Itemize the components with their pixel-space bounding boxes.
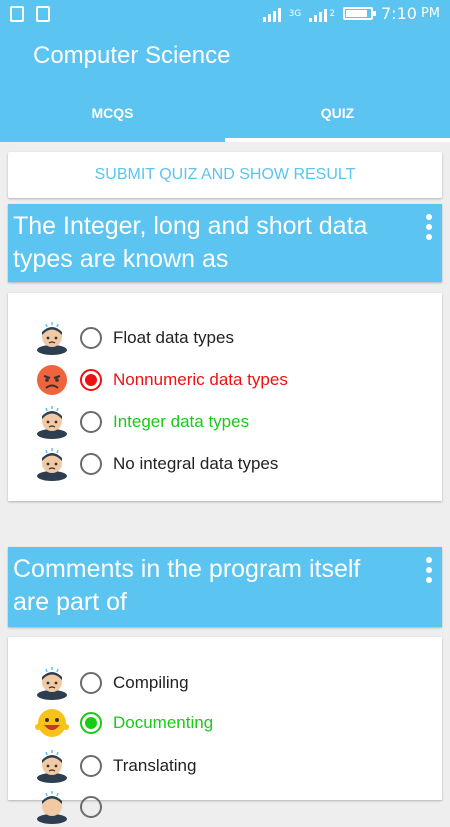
status-left <box>10 6 50 22</box>
more-options-icon[interactable] <box>424 557 434 583</box>
option-row[interactable]: Float data types <box>34 318 234 358</box>
radio-button[interactable] <box>80 755 102 777</box>
option-row[interactable]: Translating <box>34 746 196 786</box>
question-text: The Integer, long and short data types a… <box>13 212 368 273</box>
tab-bar: MCQS QUIZ <box>0 84 450 142</box>
submit-quiz-button[interactable]: SUBMIT QUIZ AND SHOW RESULT <box>8 152 442 198</box>
status-bar: 3G 2 7:10 PM <box>0 0 450 30</box>
more-options-icon[interactable] <box>424 214 434 240</box>
download-icon <box>36 6 50 22</box>
option-row[interactable]: Nonnumeric data types <box>34 360 288 400</box>
option-label: Nonnumeric data types <box>113 370 288 389</box>
angry-face-icon <box>34 362 70 398</box>
option-row-partial[interactable] <box>34 787 102 827</box>
option-row[interactable]: Documenting <box>34 703 213 743</box>
signal-icon <box>309 6 328 22</box>
thinking-face-icon <box>34 446 70 482</box>
radio-button-selected[interactable] <box>80 712 102 734</box>
thinking-face-icon <box>34 320 70 356</box>
question-header: The Integer, long and short data types a… <box>8 204 442 282</box>
status-right: 3G 2 7:10 PM <box>262 4 440 23</box>
radio-button[interactable] <box>80 327 102 349</box>
option-row[interactable]: Compiling <box>34 663 189 703</box>
thinking-face-icon <box>34 404 70 440</box>
options-card: Float data types Nonnumeric data types I… <box>8 293 442 501</box>
option-row[interactable]: No integral data types <box>34 444 278 484</box>
option-label: No integral data types <box>113 454 279 473</box>
app-bar: Computer Science <box>0 30 450 84</box>
radio-button[interactable] <box>80 672 102 694</box>
happy-face-icon <box>34 705 70 741</box>
option-label: Integer data types <box>113 412 250 431</box>
status-time: 7:10 <box>381 4 417 23</box>
tab-quiz[interactable]: QUIZ <box>225 84 450 142</box>
tab-mcqs[interactable]: MCQS <box>0 84 225 142</box>
question-text: Comments in the program itself are part … <box>13 555 361 616</box>
radio-button-selected[interactable] <box>80 369 102 391</box>
app-title: Computer Science <box>33 42 231 69</box>
status-ampm: PM <box>420 6 440 21</box>
thinking-face-icon <box>34 789 70 825</box>
option-label: Translating <box>113 756 197 775</box>
radio-button[interactable] <box>80 411 102 433</box>
wifi-icon <box>262 6 281 22</box>
thinking-face-icon <box>34 748 70 784</box>
network-type: 3G <box>288 8 302 19</box>
question-header: Comments in the program itself are part … <box>8 547 442 627</box>
sim-number: 2 <box>329 8 335 19</box>
option-row[interactable]: Integer data types <box>34 402 249 442</box>
radio-button[interactable] <box>80 453 102 475</box>
option-label: Documenting <box>113 713 214 732</box>
radio-button[interactable] <box>80 796 102 818</box>
usb-icon <box>10 6 24 22</box>
option-label: Compiling <box>113 673 189 692</box>
options-card: Compiling Documenting Translating <box>8 637 442 824</box>
option-label: Float data types <box>113 328 234 347</box>
battery-icon <box>343 7 376 20</box>
thinking-face-icon <box>34 665 70 701</box>
